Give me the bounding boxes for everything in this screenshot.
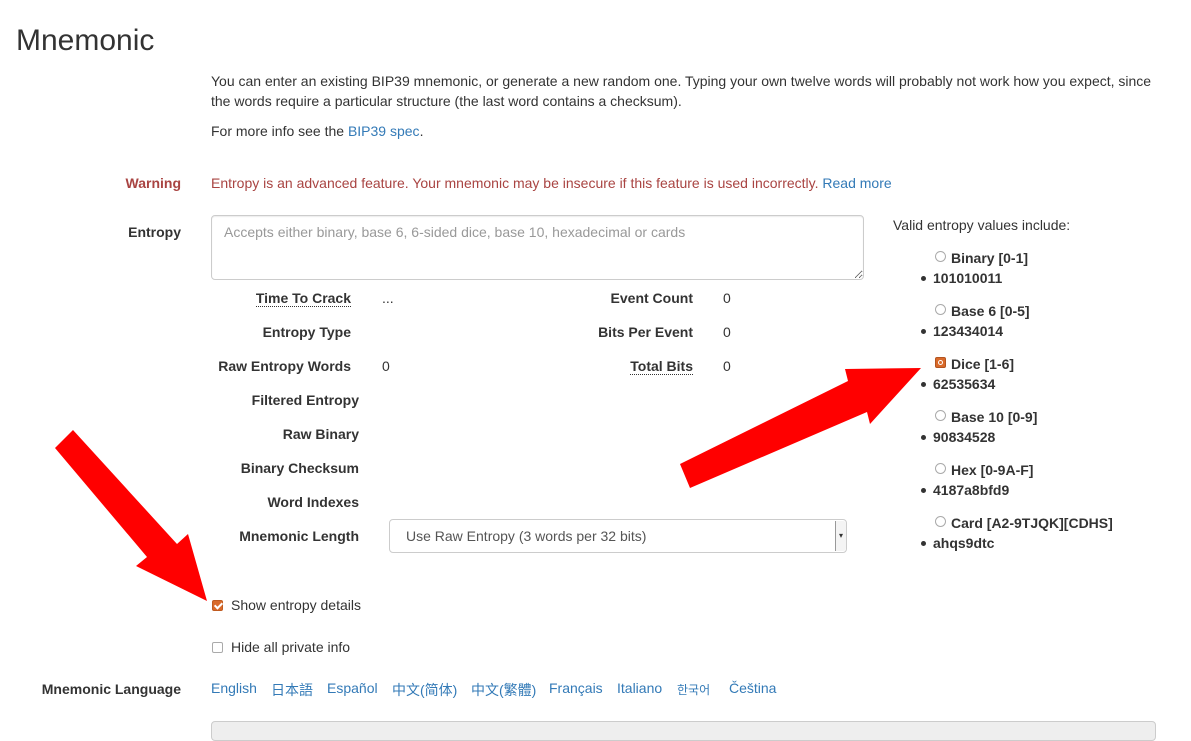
read-more-link[interactable]: Read more xyxy=(822,175,891,191)
entropy-label: Entropy xyxy=(128,224,181,240)
bullet-icon xyxy=(921,488,926,493)
total-bits-value: 0 xyxy=(723,358,731,374)
raw-entropy-words-value: 0 xyxy=(382,358,390,374)
entropy-option-example: ahqs9dtc xyxy=(933,535,995,551)
entropy-option-example: 90834528 xyxy=(933,429,996,445)
bullet-icon xyxy=(921,541,926,546)
filtered-entropy-label: Filtered Entropy xyxy=(251,392,359,408)
bip39-info-prefix: For more info see the xyxy=(211,123,348,139)
language-italian[interactable]: Italiano xyxy=(617,680,662,696)
mnemonic-length-select[interactable]: Use Raw Entropy (3 words per 32 bits) ▾ xyxy=(389,519,847,553)
bip39-info: For more info see the BIP39 spec. xyxy=(211,121,1161,141)
bits-per-event-label: Bits Per Event xyxy=(598,324,693,340)
bip39-info-suffix: . xyxy=(419,123,424,139)
entropy-option-example: 4187a8bfd9 xyxy=(933,482,1010,498)
show-entropy-details-label[interactable]: Show entropy details xyxy=(231,597,361,613)
word-indexes-label: Word Indexes xyxy=(267,494,359,510)
language-french[interactable]: Français xyxy=(549,680,603,696)
language-japanese[interactable]: 日本語 xyxy=(271,680,313,700)
time-to-crack-label: Time To Crack xyxy=(255,290,351,307)
mnemonic-length-label: Mnemonic Length xyxy=(239,528,359,544)
entropy-option-name: Card [A2-9TJQK][CDHS] xyxy=(951,515,1113,531)
entropy-option-name: Base 10 [0-9] xyxy=(951,409,1038,425)
chevron-down-icon[interactable]: ▾ xyxy=(835,521,846,551)
entropy-option-name: Binary [0-1] xyxy=(951,250,1029,266)
radio-base10[interactable] xyxy=(935,410,946,421)
bullet-icon xyxy=(921,329,926,334)
total-bits-label: Total Bits xyxy=(630,358,693,375)
entropy-option-name: Hex [0-9A-F] xyxy=(951,462,1034,478)
arrow-to-dice-option xyxy=(680,368,921,488)
bip39-spec-link[interactable]: BIP39 spec xyxy=(348,123,420,139)
intro-text: You can enter an existing BIP39 mnemonic… xyxy=(211,71,1161,141)
bullet-icon xyxy=(921,435,926,440)
entropy-option-name: Base 6 [0-5] xyxy=(951,303,1030,319)
page-title: Mnemonic xyxy=(16,24,155,57)
language-chinese-traditional[interactable]: 中文(繁體) xyxy=(471,680,536,700)
valid-entropy-heading: Valid entropy values include: xyxy=(893,217,1071,233)
entropy-input[interactable] xyxy=(211,215,864,280)
entropy-type-label: Entropy Type xyxy=(262,324,351,340)
entropy-option-example: 123434014 xyxy=(933,323,1004,339)
hide-private-info-label[interactable]: Hide all private info xyxy=(231,639,350,655)
radio-base6[interactable] xyxy=(935,304,946,315)
bullet-icon xyxy=(921,276,926,281)
warning-label: Warning xyxy=(125,175,181,191)
radio-binary[interactable] xyxy=(935,251,946,262)
raw-binary-label: Raw Binary xyxy=(282,426,359,442)
bits-per-event-value: 0 xyxy=(723,324,731,340)
time-to-crack-value: ... xyxy=(382,290,394,306)
show-entropy-details-checkbox[interactable] xyxy=(212,600,223,611)
time-to-crack-label-text: Time To Crack xyxy=(255,290,351,307)
raw-entropy-words-label: Raw Entropy Words xyxy=(218,358,351,374)
language-korean[interactable]: 한국어 xyxy=(677,681,710,698)
entropy-option-example: 101010011 xyxy=(933,270,1003,286)
radio-dice[interactable] xyxy=(935,357,946,368)
bullet-icon xyxy=(921,382,926,387)
entropy-option-example: 62535634 xyxy=(933,376,996,392)
mnemonic-length-selected: Use Raw Entropy (3 words per 32 bits) xyxy=(406,528,647,544)
event-count-value: 0 xyxy=(723,290,731,306)
radio-card[interactable] xyxy=(935,516,946,527)
hide-private-info-checkbox[interactable] xyxy=(212,642,223,653)
language-spanish[interactable]: Español xyxy=(327,680,378,696)
language-chinese-simplified[interactable]: 中文(简体) xyxy=(392,680,457,700)
mnemonic-language-label: Mnemonic Language xyxy=(41,681,181,697)
event-count-label: Event Count xyxy=(610,290,693,306)
language-english[interactable]: English xyxy=(211,680,257,696)
total-bits-label-text: Total Bits xyxy=(630,358,693,375)
warning-message: Entropy is an advanced feature. Your mne… xyxy=(211,175,892,191)
arrow-to-show-entropy-checkbox xyxy=(55,430,207,601)
language-czech[interactable]: Čeština xyxy=(729,680,776,696)
binary-checksum-label: Binary Checksum xyxy=(240,460,359,476)
radio-hex[interactable] xyxy=(935,463,946,474)
warning-text: Entropy is an advanced feature. Your mne… xyxy=(211,175,819,191)
mnemonic-phrase-field[interactable] xyxy=(211,721,1156,741)
intro-paragraph: You can enter an existing BIP39 mnemonic… xyxy=(211,73,1152,109)
entropy-option-name: Dice [1-6] xyxy=(951,356,1015,372)
